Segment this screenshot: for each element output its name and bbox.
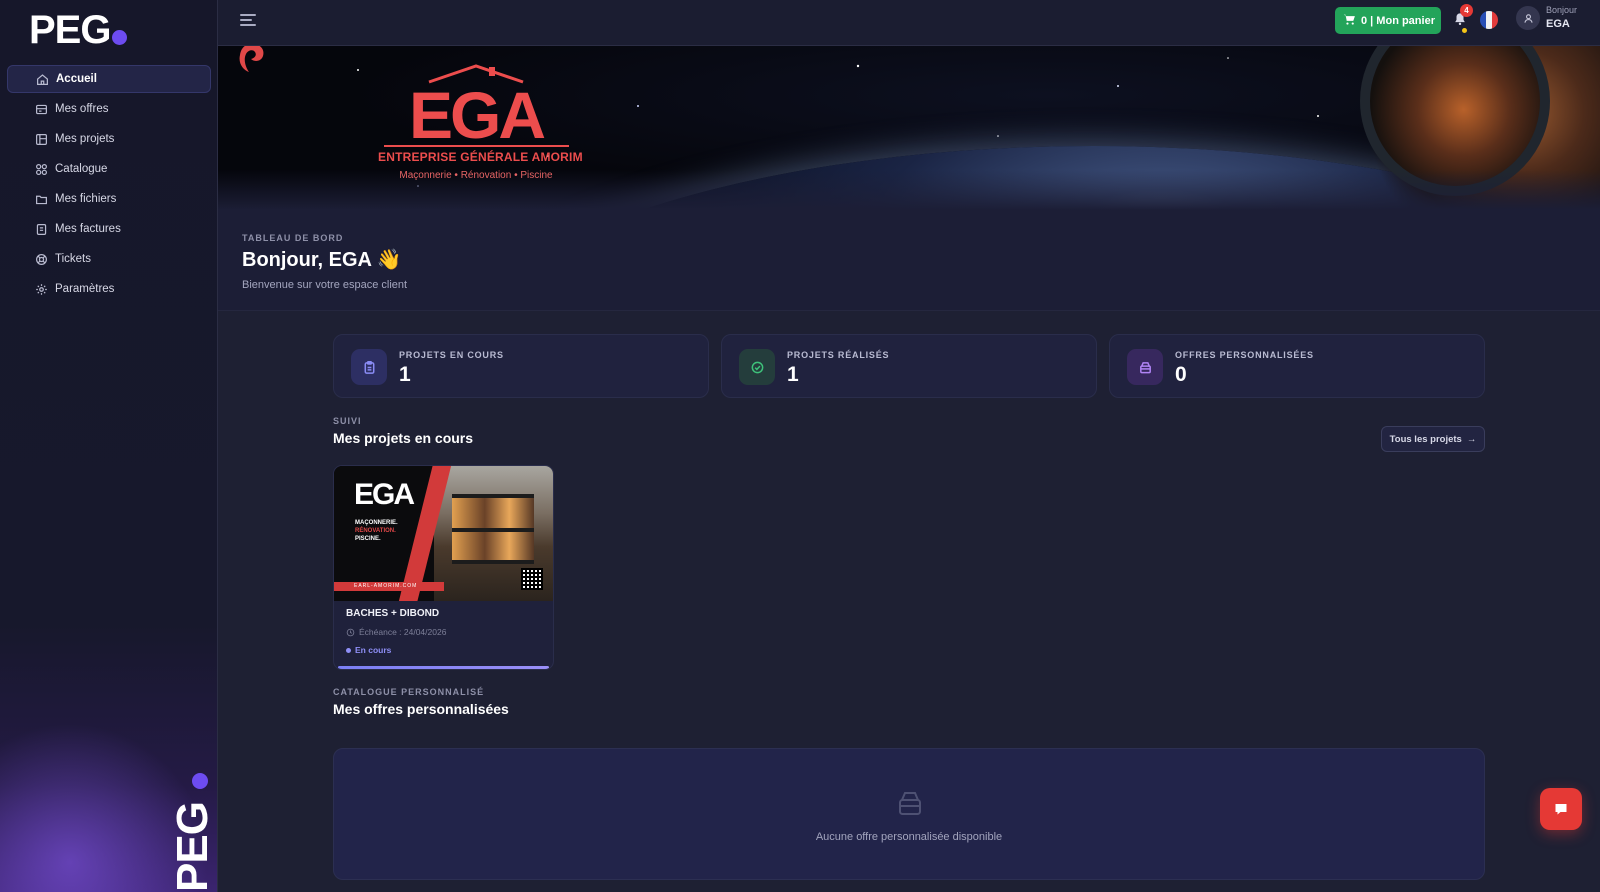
check-circle-icon: [739, 349, 775, 385]
page-title: Bonjour, EGA 👋: [242, 249, 402, 271]
sidebar-item-mes-offres[interactable]: Mes offres: [7, 95, 211, 123]
offers-empty-state: Aucune offre personnalisée disponible: [333, 748, 1485, 880]
stat-card-projects-in-progress[interactable]: PROJETS EN COURS 1: [333, 334, 709, 398]
sidebar-item-label: Mes factures: [55, 223, 121, 235]
logo-dot: [112, 30, 127, 45]
page-header: TABLEAU DE BORD Bonjour, EGA 👋 Bienvenue…: [218, 210, 1600, 311]
stat-label: PROJETS EN COURS: [399, 350, 504, 360]
clipboard-icon: [351, 349, 387, 385]
status-dot: [346, 647, 351, 653]
chat-icon: [1555, 804, 1567, 815]
project-card[interactable]: EGA MAÇONNERIE. RÉNOVATION. PISCINE. EAR…: [333, 465, 554, 670]
project-name: BACHES + DIBOND: [346, 608, 440, 619]
stat-value: 1: [399, 363, 411, 386]
sidebar-item-mes-fichiers[interactable]: Mes fichiers: [7, 185, 211, 213]
stat-card-custom-offers[interactable]: OFFRES PERSONNALISÉES 0: [1109, 334, 1485, 398]
user-greeting: Bonjour: [1546, 5, 1578, 15]
sidebar-item-tickets[interactable]: Tickets: [7, 245, 211, 273]
arrow-right-icon: →: [1466, 433, 1477, 445]
qr-code-icon: [521, 568, 543, 590]
sidebar-item-catalogue[interactable]: Catalogue: [7, 155, 211, 183]
user-icon: [1523, 13, 1533, 23]
sidebar-item-label: Tickets: [55, 253, 91, 265]
hero-banner: EGA ENTREPRISE GÉNÉRALE AMORIM Maçonneri…: [218, 46, 1600, 210]
stat-card-projects-done[interactable]: PROJETS RÉALISÉS 1: [721, 334, 1097, 398]
sidebar-item-label: Catalogue: [55, 163, 108, 175]
french-flag-icon[interactable]: [1480, 11, 1498, 29]
sidebar: PEG Accueil Mes offres Mes projets Catal…: [0, 0, 218, 892]
sidebar-brand-dot: [192, 773, 208, 789]
sidebar-item-label: Mes offres: [55, 103, 109, 115]
stat-value: 0: [1175, 363, 1187, 386]
thumbnail-text: MAÇONNERIE. RÉNOVATION. PISCINE.: [355, 520, 398, 542]
offers-eyebrow: CATALOGUE PERSONNALISÉ: [333, 687, 485, 697]
box-icon: [894, 787, 926, 819]
sidebar-item-mes-factures[interactable]: Mes factures: [7, 215, 211, 243]
offers-title: Mes offres personnalisées: [333, 701, 509, 717]
company-logo: EGA ENTREPRISE GÉNÉRALE AMORIM Maçonneri…: [378, 64, 583, 181]
cart-button[interactable]: 0 | Mon panier: [1335, 7, 1441, 34]
cart-icon: [1343, 13, 1356, 29]
thumbnail-logo: EGA: [354, 478, 415, 511]
thumbnail-url: EARL-AMORIM.COM: [354, 583, 418, 589]
box-icon: [1127, 349, 1163, 385]
lifebuoy-icon: [34, 252, 48, 266]
projects-eyebrow: SUIVI: [333, 416, 362, 426]
invoice-icon: [34, 222, 48, 236]
main-content: PROJETS EN COURS 1 PROJETS RÉALISÉS 1 OF…: [218, 312, 1600, 892]
notification-dot: [1462, 28, 1467, 33]
sidebar-item-parametres[interactable]: Paramètres: [7, 275, 211, 303]
sidebar-brand-watermark: PEG: [168, 773, 217, 892]
sidebar-item-label: Paramètres: [55, 283, 115, 295]
gear-icon: [34, 282, 48, 296]
corner-logo-icon: [239, 46, 264, 72]
sidebar-nav: Accueil Mes offres Mes projets Catalogue…: [7, 65, 211, 305]
all-projects-label: Tous les projets: [1389, 433, 1462, 445]
clock-icon: [346, 628, 355, 636]
company-name: ENTREPRISE GÉNÉRALE AMORIM: [378, 150, 583, 164]
project-deadline: Échéance : 24/04/2026: [346, 627, 446, 637]
project-thumbnail: EGA MAÇONNERIE. RÉNOVATION. PISCINE. EAR…: [334, 466, 553, 601]
app-logo[interactable]: PEG: [29, 8, 111, 53]
stat-label: OFFRES PERSONNALISÉES: [1175, 350, 1314, 360]
project-progress-bar: [338, 666, 549, 669]
sidebar-item-label: Mes projets: [55, 133, 115, 145]
folder-icon: [34, 192, 48, 206]
user-name: EGA: [1546, 17, 1570, 30]
sidebar-item-accueil[interactable]: Accueil: [7, 65, 211, 93]
projects-title: Mes projets en cours: [333, 430, 474, 446]
stat-label: PROJETS RÉALISÉS: [787, 350, 890, 360]
all-projects-button[interactable]: Tous les projets →: [1381, 426, 1485, 452]
menu-toggle-button[interactable]: [240, 14, 256, 28]
topbar: 0 | Mon panier 4 Bonjour EGA: [218, 0, 1600, 46]
page-subtitle: Bienvenue sur votre espace client: [242, 279, 408, 291]
company-logo-text: EGA: [408, 78, 546, 152]
sidebar-item-mes-projets[interactable]: Mes projets: [7, 125, 211, 153]
sidebar-item-label: Mes fichiers: [55, 193, 117, 205]
chat-button[interactable]: [1540, 788, 1582, 830]
home-icon: [35, 72, 49, 86]
cart-label: 0 | Mon panier: [1361, 14, 1435, 27]
project-status: En cours: [346, 645, 446, 655]
offers-icon: [34, 102, 48, 116]
sidebar-brand-text: PEG: [168, 802, 217, 892]
user-menu[interactable]: Bonjour EGA: [1516, 5, 1578, 30]
notifications-badge: 4: [1460, 4, 1473, 17]
page-eyebrow: TABLEAU DE BORD: [242, 233, 344, 243]
offers-empty-text: Aucune offre personnalisée disponible: [815, 831, 1003, 843]
grid-icon: [34, 162, 48, 176]
sidebar-item-label: Accueil: [56, 73, 97, 85]
stat-value: 1: [787, 363, 799, 386]
notifications-button[interactable]: 4: [1453, 4, 1473, 33]
projects-icon: [34, 132, 48, 146]
avatar: [1516, 6, 1540, 30]
company-tagline: Maçonnerie • Rénovation • Piscine: [399, 170, 553, 181]
